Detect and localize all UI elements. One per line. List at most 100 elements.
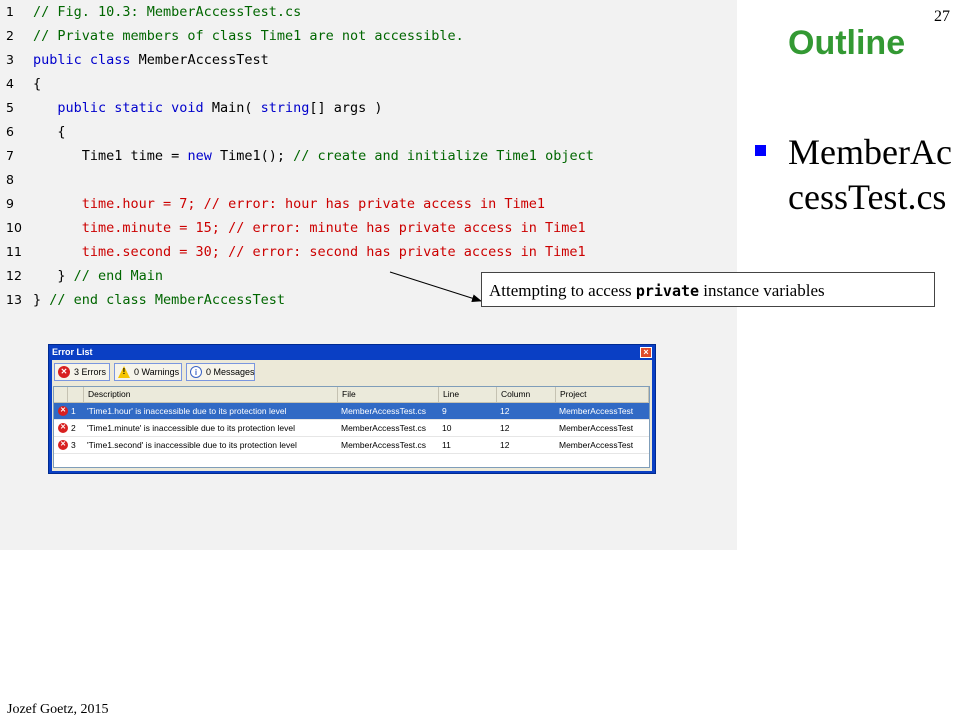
error-cell-num: 3 [71, 440, 76, 450]
code-token: // end class MemberAccessTest [49, 292, 285, 308]
error-cell-project: MemberAccessTest [559, 440, 634, 450]
line-number: 11 [6, 244, 22, 259]
error-cell-num: 1 [71, 406, 76, 416]
errors-filter-button[interactable]: ✕ 3 Errors [54, 363, 110, 381]
code-text: // Private members of class Time1 are no… [33, 24, 464, 48]
col-num-header [68, 387, 84, 402]
line-number: 13 [6, 292, 22, 307]
code-token: Main( [211, 100, 261, 116]
code-line: 9 time.hour = 7; // error: hour has priv… [0, 192, 737, 216]
error-icon: ✕ [58, 440, 68, 450]
code-line: 1 // Fig. 10.3: MemberAccessTest.cs [0, 0, 737, 24]
line-number: 2 [6, 28, 14, 43]
error-icon: ✕ [58, 366, 70, 378]
close-icon[interactable]: × [640, 347, 652, 358]
code-token: [] args ) [309, 100, 383, 116]
col-line-header[interactable]: Line [439, 387, 497, 402]
error-cell-description: 'Time1.hour' is inaccessible due to its … [87, 406, 287, 416]
callout-prefix: Attempting to access [489, 281, 636, 300]
col-project-header[interactable]: Project [556, 387, 649, 402]
error-row[interactable]: ✕ 2 'Time1.minute' is inaccessible due to … [54, 420, 649, 437]
col-description-header[interactable]: Description [84, 387, 338, 402]
callout-suffix: instance variables [699, 281, 825, 300]
code-token: } [33, 268, 74, 284]
code-token: new [187, 148, 220, 164]
code-token: string [260, 100, 310, 116]
code-text: time.second = 30; // error: second has p… [33, 240, 586, 264]
error-cell-line: 11 [442, 440, 451, 450]
warnings-filter-button[interactable]: ! 0 Warnings [114, 363, 182, 381]
error-cell-project: MemberAccessTest [559, 423, 634, 433]
line-number: 9 [6, 196, 14, 211]
callout-keyword: private [635, 282, 700, 300]
callout-arrow [389, 271, 482, 303]
code-text: // Fig. 10.3: MemberAccessTest.cs [33, 0, 301, 24]
code-token: Time1 time = [33, 148, 188, 164]
code-line: 6 { [0, 120, 737, 144]
code-line: 10 time.minute = 15; // error: minute ha… [0, 216, 737, 240]
code-line: 7 Time1 time = new Time1(); // create an… [0, 144, 737, 168]
code-text: time.hour = 7; // error: hour has privat… [33, 192, 545, 216]
error-cell-description: 'Time1.minute' is inaccessible due to it… [87, 423, 295, 433]
code-token: public class [33, 52, 139, 68]
error-cell-column: 12 [500, 406, 510, 416]
code-line: 2 // Private members of class Time1 are n… [0, 24, 737, 48]
error-icon: ✕ [58, 406, 68, 416]
error-cell-description: 'Time1.second' is inaccessible due to it… [87, 440, 297, 450]
code-line: 4{ [0, 72, 737, 96]
error-grid-header: Description File Line Column Project [54, 387, 649, 403]
code-text: public static void Main( string[] args ) [33, 96, 383, 120]
code-text: } // end Main [33, 264, 163, 288]
code-token: { [33, 76, 42, 92]
code-token: // Private members of class Time1 are no… [33, 28, 464, 44]
line-number: 4 [6, 76, 14, 91]
warnings-filter-label: 0 Warnings [134, 367, 180, 377]
error-grid: Description File Line Column Project ✕ 1 '… [53, 386, 650, 468]
code-text: } // end class MemberAccessTest [33, 288, 285, 312]
code-text: { [33, 120, 66, 144]
col-file-header[interactable]: File [338, 387, 439, 402]
line-number: 6 [6, 124, 14, 139]
error-row[interactable]: ✕ 1 'Time1.hour' is inaccessible due to it… [54, 403, 649, 420]
messages-filter-button[interactable]: i 0 Messages [186, 363, 255, 381]
page-number: 27 [934, 8, 950, 25]
code-text: public class MemberAccessTest [33, 48, 269, 72]
code-text: { [33, 72, 41, 96]
code-token: Time1(); [219, 148, 294, 164]
error-cell-file: MemberAccessTest.cs [341, 423, 427, 433]
outline-bullet-text: MemberAccessTest.cs [788, 132, 952, 217]
col-column-header[interactable]: Column [497, 387, 556, 402]
outline-title: Outline [788, 24, 906, 62]
callout-box: Attempting to access private instance va… [481, 272, 935, 307]
error-cell-line: 10 [442, 423, 452, 433]
line-number: 1 [6, 4, 14, 19]
error-cell-file: MemberAccessTest.cs [341, 406, 427, 416]
line-number: 10 [6, 220, 22, 235]
warning-icon: ! [118, 366, 130, 378]
line-number: 5 [6, 100, 14, 115]
error-icon: ✕ [58, 423, 68, 433]
footer-author: Jozef Goetz, 2015 [7, 702, 109, 717]
line-number: 8 [6, 172, 14, 187]
bullet-square-icon [755, 145, 766, 156]
code-text: Time1 time = new Time1(); // create and … [33, 144, 594, 168]
info-icon: i [190, 366, 202, 378]
code-token: } [33, 292, 50, 308]
code-token: // create and initialize Time1 object [293, 148, 594, 164]
code-token: { [33, 124, 66, 140]
code-line: 8 [0, 168, 737, 192]
code-token: time.second = 30; // error: second has p… [33, 244, 586, 260]
col-icon-header [54, 387, 68, 402]
code-token: public static void [57, 100, 212, 116]
error-row[interactable]: ✕ 3 'Time1.second' is inaccessible due to … [54, 437, 649, 454]
error-cell-column: 12 [500, 423, 510, 433]
code-line: 11 time.second = 30; // error: second ha… [0, 240, 737, 264]
errors-filter-label: 3 Errors [74, 367, 107, 377]
error-list-body: ✕ 3 Errors ! 0 Warnings i 0 Messages Des… [52, 360, 652, 471]
code-token: time.minute = 15; // error: minute has p… [33, 220, 586, 236]
code-token: time.hour = 7; // error: hour has privat… [33, 196, 546, 212]
code-token: // end Main [73, 268, 164, 284]
messages-filter-label: 0 Messages [206, 367, 255, 377]
line-number: 12 [6, 268, 22, 283]
